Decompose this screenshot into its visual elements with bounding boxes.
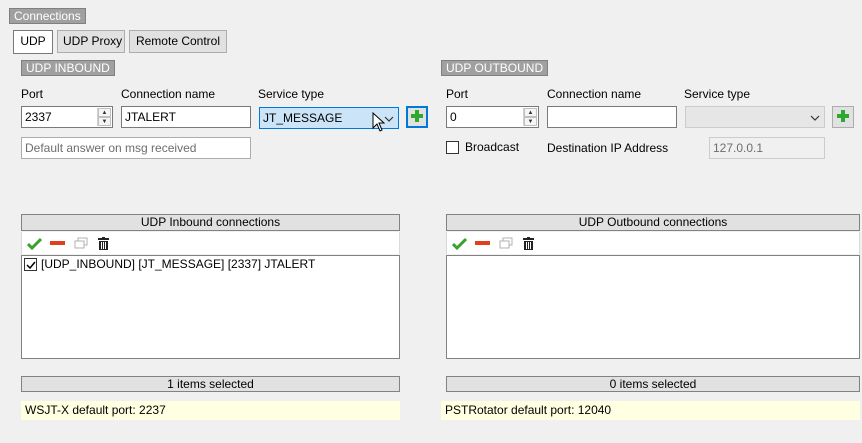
outbound-service-type-select[interactable]	[685, 106, 825, 128]
inbound-conn-name-input[interactable]: JTALERT	[121, 106, 251, 128]
outbound-list[interactable]	[446, 255, 860, 359]
outbound-service-type-label: Service type	[684, 87, 751, 101]
broadcast-checkbox-row[interactable]: Broadcast	[446, 140, 519, 154]
trash-icon[interactable]	[95, 235, 112, 251]
default-answer-input[interactable]: Default answer on msg received	[21, 137, 251, 159]
udp-inbound-title: UDP INBOUND	[21, 60, 115, 76]
tab-remote-control[interactable]: Remote Control	[129, 30, 227, 53]
spin-down-icon[interactable]: ▼	[524, 117, 537, 126]
inbound-conn-name-label: Connection name	[121, 87, 216, 101]
dest-ip-input[interactable]: 127.0.0.1	[709, 137, 825, 159]
inbound-port-value: 2337	[25, 110, 52, 124]
outbound-info: PSTRotator default port: 12040	[441, 401, 860, 420]
inbound-toolbar	[21, 232, 400, 254]
inbound-status-bar: 1 items selected	[21, 376, 400, 392]
connections-group-title: Connections	[9, 8, 86, 24]
inbound-add-button[interactable]	[406, 106, 428, 128]
inbound-list[interactable]: [UDP_INBOUND] [JT_MESSAGE] [2337] JTALER…	[21, 255, 400, 359]
inbound-info: WSJT-X default port: 2237	[21, 401, 400, 420]
outbound-conn-name-input[interactable]	[547, 106, 677, 128]
chevron-down-icon	[384, 111, 394, 131]
tab-udp[interactable]: UDP	[13, 30, 53, 54]
tab-udp-proxy[interactable]: UDP Proxy	[57, 30, 125, 53]
plus-icon	[836, 109, 850, 126]
outbound-status-bar: 0 items selected	[446, 376, 860, 392]
trash-icon[interactable]	[520, 235, 537, 251]
inbound-list-header: UDP Inbound connections	[21, 214, 400, 231]
inbound-item-label: [UDP_INBOUND] [JT_MESSAGE] [2337] JTALER…	[41, 257, 316, 271]
spin-down-icon[interactable]: ▼	[98, 117, 111, 126]
plus-icon	[410, 109, 424, 126]
dest-ip-label: Destination IP Address	[547, 141, 669, 155]
minus-icon[interactable]	[474, 235, 491, 251]
outbound-add-button[interactable]	[832, 106, 854, 128]
inbound-service-type-label: Service type	[258, 87, 325, 101]
broadcast-label: Broadcast	[465, 140, 520, 154]
copy-icon[interactable]	[72, 235, 89, 251]
chevron-down-icon	[810, 110, 820, 130]
outbound-list-header: UDP Outbound connections	[446, 214, 860, 231]
outbound-conn-name-label: Connection name	[547, 87, 642, 101]
outbound-port-value: 0	[450, 110, 457, 124]
checkbox[interactable]	[24, 258, 37, 271]
outbound-port-spinner[interactable]: ▲ ▼	[523, 108, 537, 126]
udp-outbound-title: UDP OUTBOUND	[441, 60, 549, 76]
list-item[interactable]: [UDP_INBOUND] [JT_MESSAGE] [2337] JTALER…	[22, 256, 399, 273]
copy-icon[interactable]	[497, 235, 514, 251]
check-icon[interactable]	[451, 235, 468, 251]
outbound-port-input[interactable]: 0 ▲ ▼	[446, 106, 539, 128]
mouse-cursor-icon	[372, 111, 386, 135]
broadcast-checkbox[interactable]	[446, 140, 459, 154]
outbound-port-label: Port	[446, 87, 469, 101]
inbound-port-label: Port	[21, 87, 44, 101]
inbound-port-input[interactable]: 2337 ▲ ▼	[21, 106, 113, 128]
check-icon[interactable]	[26, 235, 43, 251]
minus-icon[interactable]	[49, 235, 66, 251]
inbound-service-type-value: JT_MESSAGE	[263, 111, 343, 125]
outbound-toolbar	[446, 232, 860, 254]
inbound-port-spinner[interactable]: ▲ ▼	[97, 108, 111, 126]
